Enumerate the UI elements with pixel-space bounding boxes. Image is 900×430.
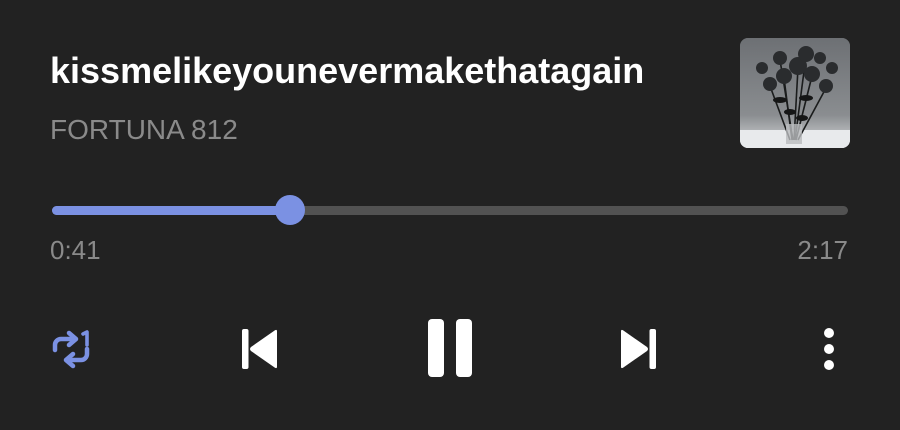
- more-vert-icon: [824, 328, 834, 370]
- track-artist[interactable]: FORTUNA 812: [50, 114, 238, 146]
- album-art-image: [740, 38, 850, 148]
- seek-bar-progress: [52, 206, 290, 215]
- repeat-button[interactable]: [40, 318, 102, 380]
- album-art[interactable]: [740, 38, 850, 148]
- seek-bar-thumb[interactable]: [275, 195, 305, 225]
- elapsed-time: 0:41: [50, 235, 101, 265]
- track-title: kissmelikeyounevermakethatagain: [50, 50, 645, 91]
- pause-button[interactable]: [412, 310, 488, 386]
- now-playing-panel: kissmelikeyounevermakethatagain FORTUNA …: [0, 0, 900, 430]
- total-duration: 2:17: [797, 235, 848, 265]
- more-options-button[interactable]: [808, 318, 850, 380]
- skip-previous-icon: [242, 329, 277, 369]
- previous-track-button[interactable]: [228, 318, 290, 380]
- next-track-button[interactable]: [608, 318, 670, 380]
- pause-icon: [428, 319, 472, 377]
- seek-bar[interactable]: [52, 194, 848, 226]
- repeat-one-icon: [52, 330, 90, 369]
- skip-next-icon: [621, 329, 656, 369]
